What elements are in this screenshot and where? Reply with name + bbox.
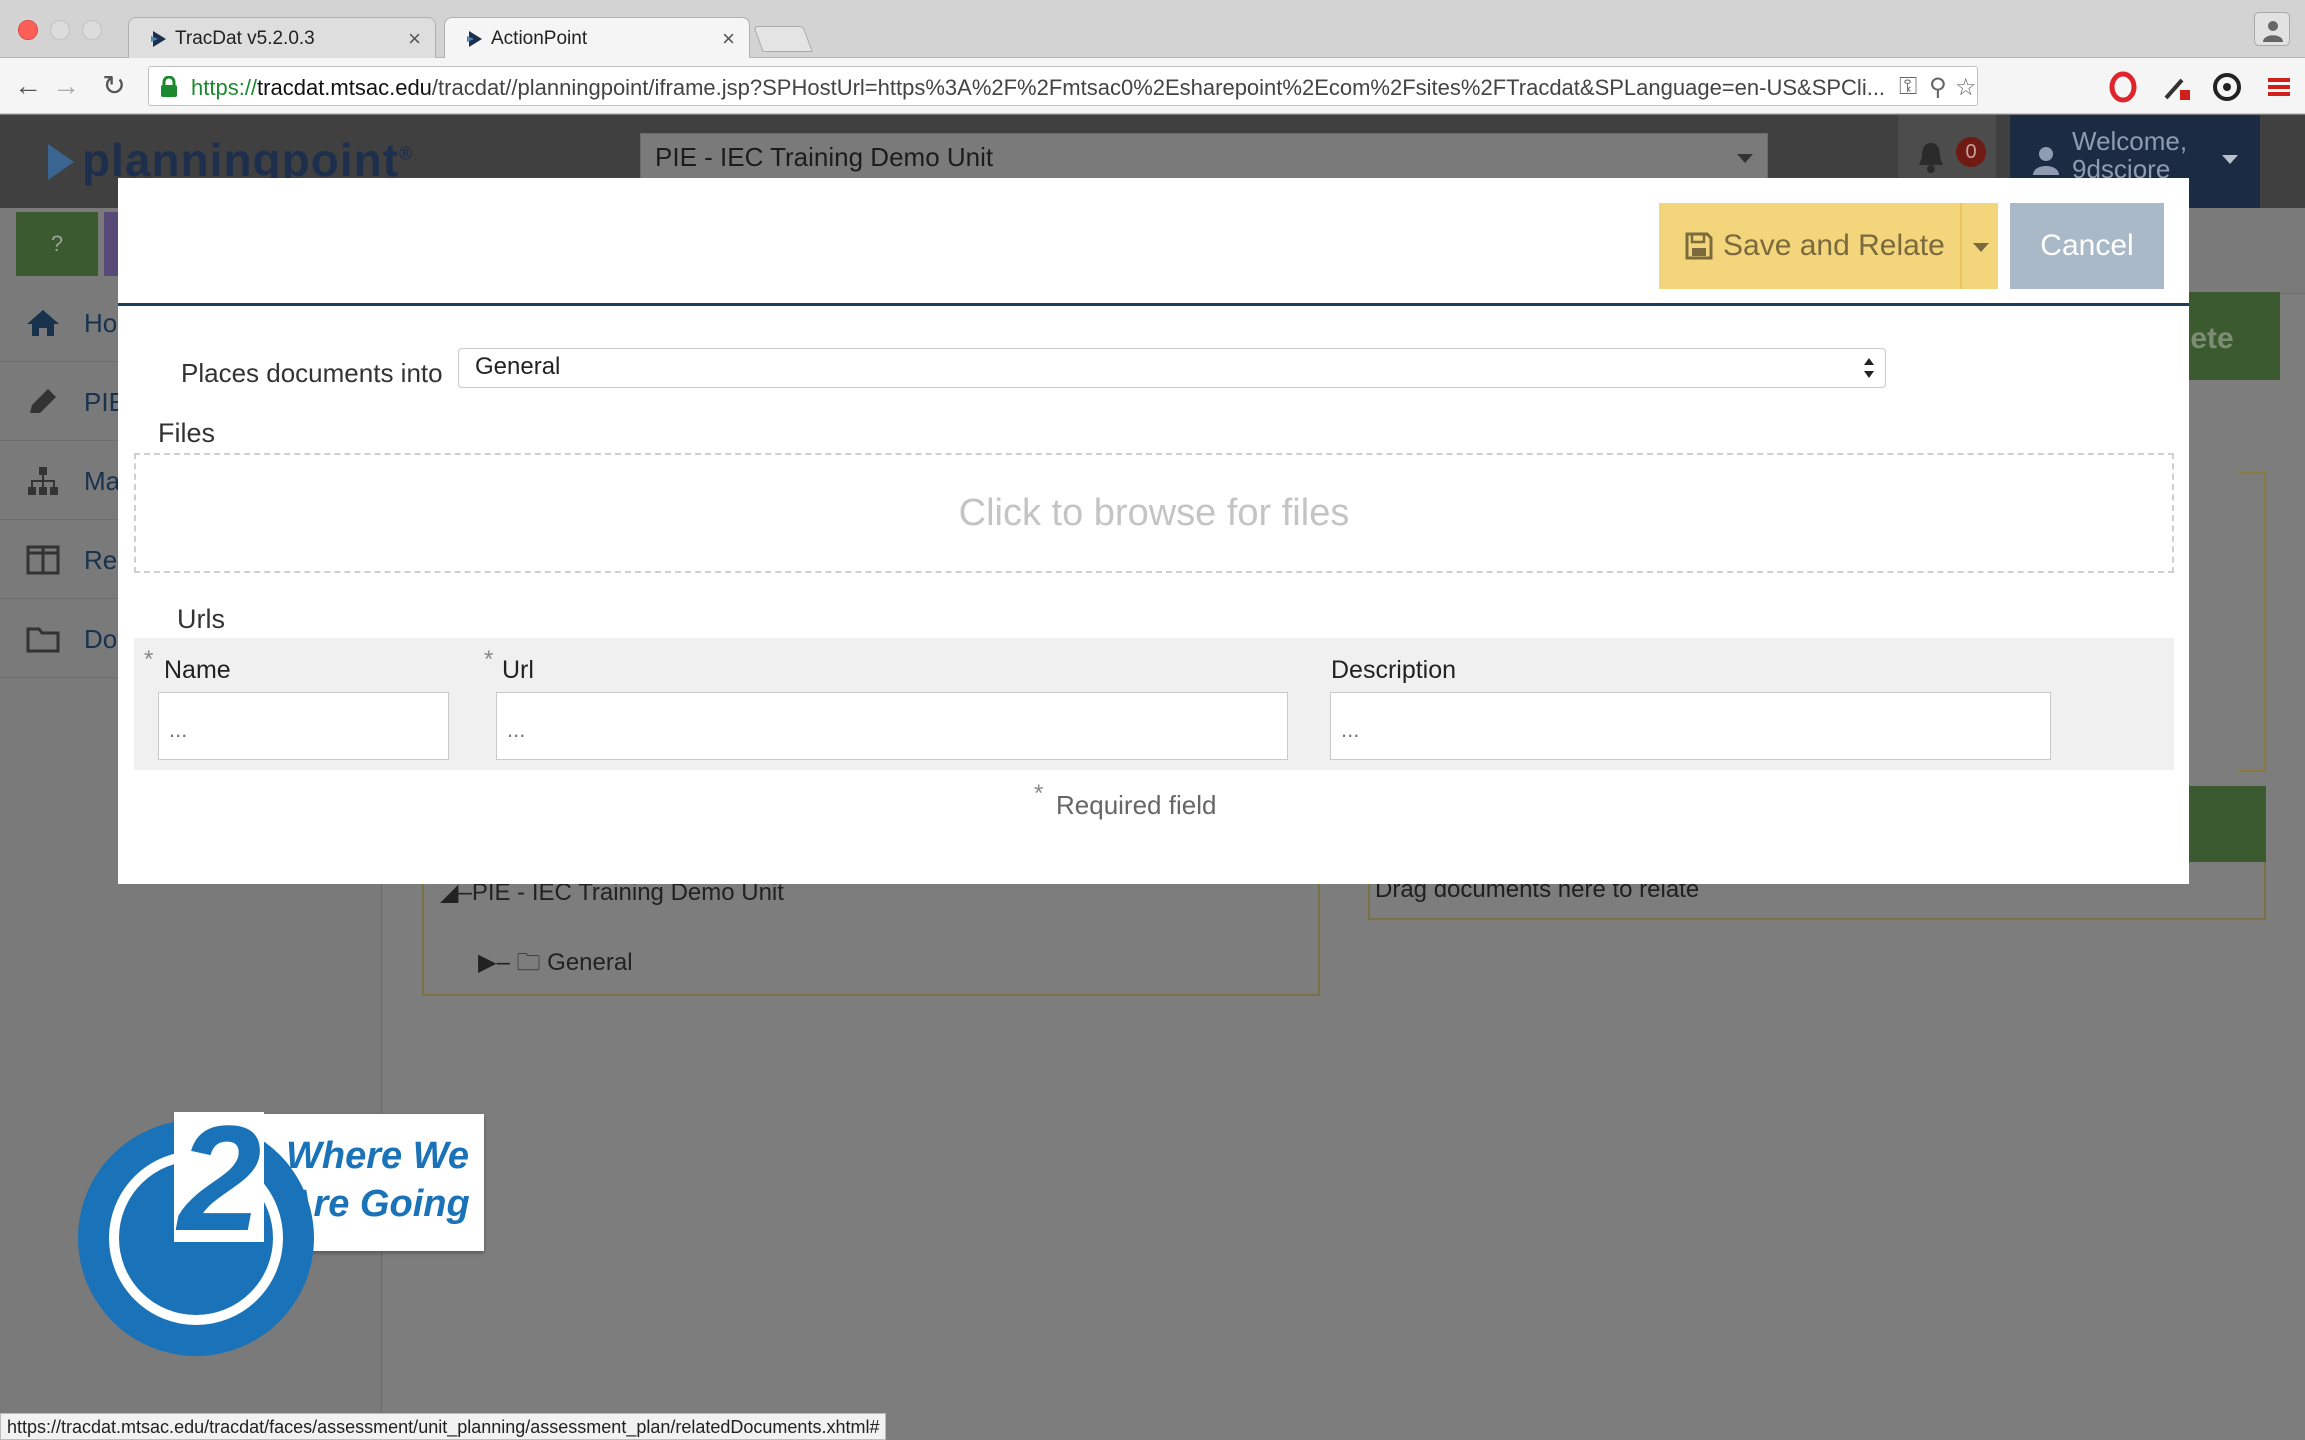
expand-triangle-icon[interactable]: ▶ <box>478 949 496 976</box>
chevron-down-icon <box>2222 155 2238 164</box>
browser-tab-actionpoint[interactable]: ActionPoint × <box>444 17 750 59</box>
forward-arrow-icon[interactable]: → <box>50 70 82 102</box>
browser-tab-tracdat[interactable]: TracDat v5.2.0.3 × <box>128 17 436 58</box>
minimize-window-button[interactable] <box>50 20 70 40</box>
places-documents-select[interactable]: General <box>458 348 1886 388</box>
unit-selector[interactable]: PIE - IEC Training Demo Unit <box>640 133 1768 179</box>
new-tab-button[interactable] <box>753 26 813 52</box>
columns-icon <box>26 545 60 575</box>
url-column-header: Url <box>502 656 534 684</box>
save-and-relate-button[interactable]: Save and Relate <box>1659 203 1960 289</box>
folder-icon: 🗀 <box>516 949 541 976</box>
opera-extension-icon[interactable] <box>2106 70 2140 104</box>
updown-arrows-icon <box>1864 358 1874 378</box>
url-description-input[interactable]: ... <box>1330 692 2051 760</box>
menu-icon[interactable] <box>2262 70 2296 104</box>
zoom-icon[interactable]: ⚲ <box>1929 73 1947 102</box>
browser-titlebar: TracDat v5.2.0.3 × ActionPoint × <box>0 0 2305 59</box>
where-we-are-going-logo: 2 Where We Are Going <box>78 1112 484 1360</box>
urls-label: Urls <box>177 604 225 634</box>
browser-profile-button[interactable] <box>2254 12 2290 46</box>
required-star: * <box>144 646 154 673</box>
url-address-input[interactable]: ... <box>496 692 1288 760</box>
user-icon <box>2263 21 2283 42</box>
tree-node-general[interactable]: ▶– 🗀 General <box>478 945 633 986</box>
required-field-note: * Required field <box>1034 780 1217 820</box>
logo-tagline: Where We Are Going <box>286 1135 470 1225</box>
back-arrow-icon[interactable]: ← <box>12 70 44 102</box>
file-browse-dropzone[interactable]: Click to browse for files <box>134 453 2174 573</box>
reload-icon[interactable]: ↻ <box>98 70 130 102</box>
urls-table: * Name * Url Description ... ... ... <box>134 638 2174 770</box>
add-documents-modal: Save and Relate Cancel Places documents … <box>118 178 2189 884</box>
user-icon <box>2033 147 2059 175</box>
url-name-input[interactable]: ... <box>158 692 449 760</box>
browser-toolbar: ← → ↻ https://tracdat.mtsac.edu/tracdat/… <box>0 58 2305 114</box>
right-panel-frame <box>2238 472 2266 772</box>
name-column-header: Name <box>164 656 231 684</box>
org-chart-icon <box>28 467 58 495</box>
close-tab-icon[interactable]: × <box>722 26 735 52</box>
key-icon[interactable]: ⚿ <box>1899 73 1917 101</box>
help-button[interactable]: ? <box>16 212 98 276</box>
folder-icon <box>26 627 60 653</box>
zoom-window-button[interactable] <box>82 20 102 40</box>
chevron-down-icon <box>1737 154 1753 163</box>
bell-icon <box>1919 143 1943 173</box>
actionpoint-favicon-icon <box>467 31 482 47</box>
save-options-dropdown[interactable] <box>1960 203 1998 289</box>
pencil-icon <box>30 389 56 413</box>
welcome-text: Welcome, <box>2072 126 2188 156</box>
floppy-disk-icon <box>1685 232 1713 260</box>
bookmark-star-icon[interactable]: ☆ <box>1955 73 1977 102</box>
link-status-bar: https://tracdat.mtsac.edu/tracdat/faces/… <box>0 1413 887 1440</box>
places-documents-label: Places documents into <box>181 358 443 388</box>
chevron-down-icon <box>1973 243 1989 252</box>
cancel-button[interactable]: Cancel <box>2010 203 2164 289</box>
close-tab-icon[interactable]: × <box>408 26 421 52</box>
logo-number: 2 <box>175 1112 261 1262</box>
close-window-button[interactable] <box>18 20 38 40</box>
required-star: * <box>1034 780 1044 807</box>
tracdat-favicon-icon <box>151 31 166 47</box>
address-url: https://tracdat.mtsac.edu/tracdat//plann… <box>191 75 1886 100</box>
settings-extension-icon[interactable] <box>2210 70 2244 104</box>
description-column-header: Description <box>1331 656 1457 684</box>
required-star: * <box>484 646 494 673</box>
notification-count-badge: 0 <box>1956 137 1986 167</box>
modal-header: Save and Relate Cancel <box>118 178 2189 306</box>
files-label: Files <box>158 418 216 448</box>
tab-label: ActionPoint <box>491 28 588 49</box>
tab-label: TracDat v5.2.0.3 <box>175 28 315 49</box>
eyedropper-extension-icon[interactable] <box>2160 70 2194 104</box>
lock-icon <box>161 76 177 97</box>
address-bar[interactable]: https://tracdat.mtsac.edu/tracdat//plann… <box>148 66 1978 106</box>
home-icon <box>27 310 59 336</box>
